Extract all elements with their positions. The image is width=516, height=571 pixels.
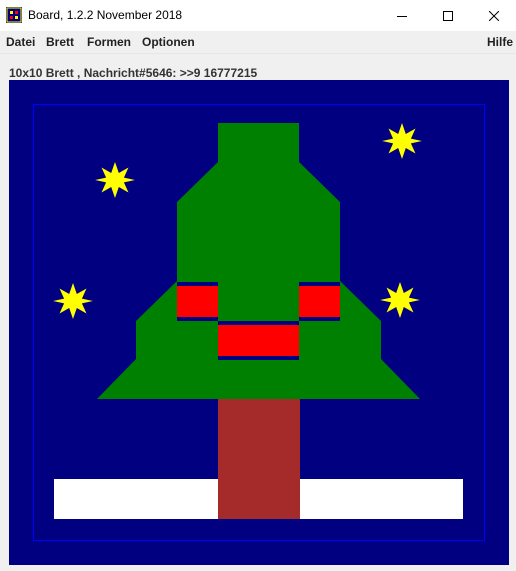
board-canvas[interactable] — [9, 80, 509, 565]
close-button[interactable] — [471, 0, 516, 31]
menu-hilfe[interactable]: Hilfe — [487, 35, 513, 49]
menu-bar: Datei Brett Formen Optionen Hilfe — [0, 31, 516, 54]
ornament-right — [299, 282, 340, 321]
close-icon — [489, 10, 499, 21]
tree-trunk — [218, 399, 300, 519]
menu-formen[interactable]: Formen — [87, 35, 131, 49]
window-title: Board, 1.2.2 November 2018 — [28, 8, 183, 22]
snow-right — [300, 479, 463, 519]
minimize-button[interactable] — [379, 0, 425, 31]
ornament-left — [177, 282, 218, 321]
ornament-center — [218, 321, 299, 360]
maximize-button[interactable] — [425, 0, 471, 31]
maximize-icon — [443, 10, 453, 21]
menu-brett[interactable]: Brett — [46, 35, 74, 49]
minimize-icon — [397, 15, 407, 17]
status-message: 10x10 Brett , Nachricht#5646: >>9 167772… — [9, 66, 258, 80]
title-bar: Board, 1.2.2 November 2018 — [0, 0, 516, 31]
menu-datei[interactable]: Datei — [6, 35, 35, 49]
snow-left — [54, 479, 218, 519]
menu-optionen[interactable]: Optionen — [142, 35, 195, 49]
app-icon — [6, 7, 22, 23]
